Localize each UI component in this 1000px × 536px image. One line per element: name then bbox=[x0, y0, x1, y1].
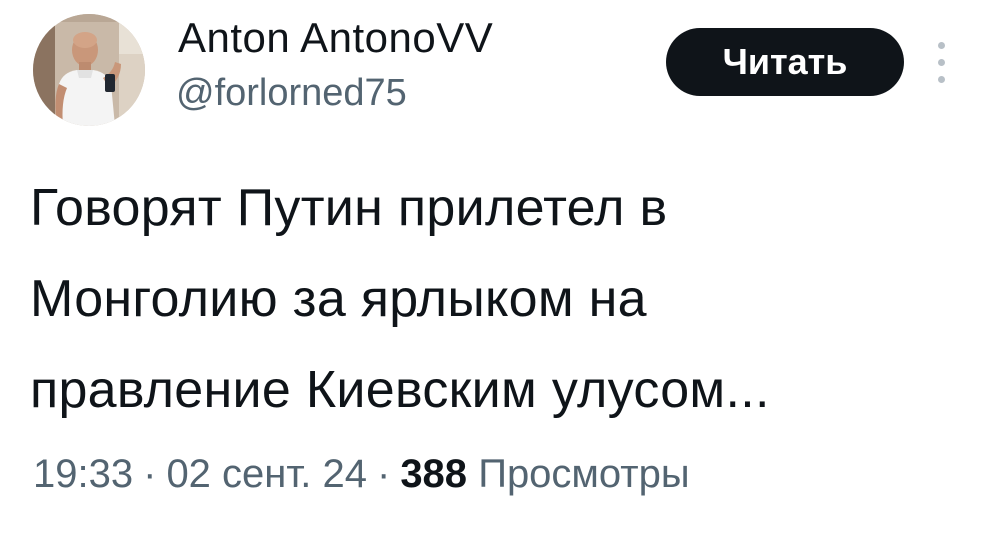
more-dot bbox=[938, 59, 945, 66]
meta-separator: · bbox=[143, 452, 157, 496]
tweet-text-line: Говорят Путин прилетел в bbox=[30, 179, 668, 237]
more-dot bbox=[938, 42, 945, 49]
author-handle[interactable]: @forlorned75 bbox=[176, 66, 407, 120]
views-count: 388 bbox=[400, 452, 468, 496]
more-dot bbox=[938, 76, 945, 83]
tweet-card: Anton AntonoVV @forlorned75 Читать Говор… bbox=[0, 0, 1000, 536]
meta-separator: · bbox=[376, 452, 391, 496]
tweet-date[interactable]: 02 сент. 24 bbox=[166, 452, 367, 496]
tweet-text: Говорят Путин прилетел в Монголию за ярл… bbox=[30, 163, 980, 436]
views-label: Просмотры bbox=[478, 452, 690, 496]
tweet-text-line: правление Киевским улусом... bbox=[30, 361, 770, 419]
more-vertical-icon[interactable] bbox=[930, 38, 954, 88]
avatar[interactable] bbox=[33, 14, 145, 126]
tweet-text-line: Монголию за ярлыком на bbox=[30, 270, 647, 328]
follow-button[interactable]: Читать bbox=[666, 28, 904, 96]
avatar-photo-icon bbox=[33, 14, 145, 126]
tweet-meta: 19:33 · 02 сент. 24 · 388 Просмотры bbox=[33, 444, 690, 504]
tweet-time[interactable]: 19:33 bbox=[33, 452, 133, 496]
author-display-name[interactable]: Anton AntonoVV bbox=[178, 8, 493, 68]
